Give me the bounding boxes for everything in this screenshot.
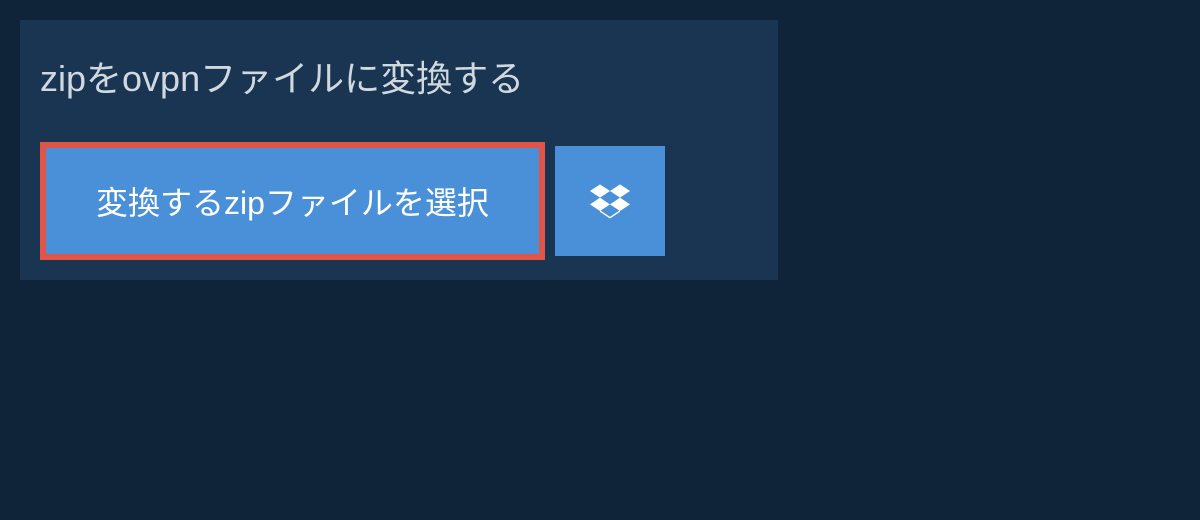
button-row: 変換するzipファイルを選択 (20, 122, 778, 280)
dropbox-button[interactable] (555, 146, 665, 256)
dropbox-icon (590, 181, 630, 221)
page-title: zipをovpnファイルに変換する (40, 50, 600, 102)
heading-box: zipをovpnファイルに変換する (20, 20, 620, 122)
select-file-button[interactable]: 変換するzipファイルを選択 (40, 142, 545, 260)
conversion-panel: zipをovpnファイルに変換する 変換するzipファイルを選択 (20, 20, 778, 280)
